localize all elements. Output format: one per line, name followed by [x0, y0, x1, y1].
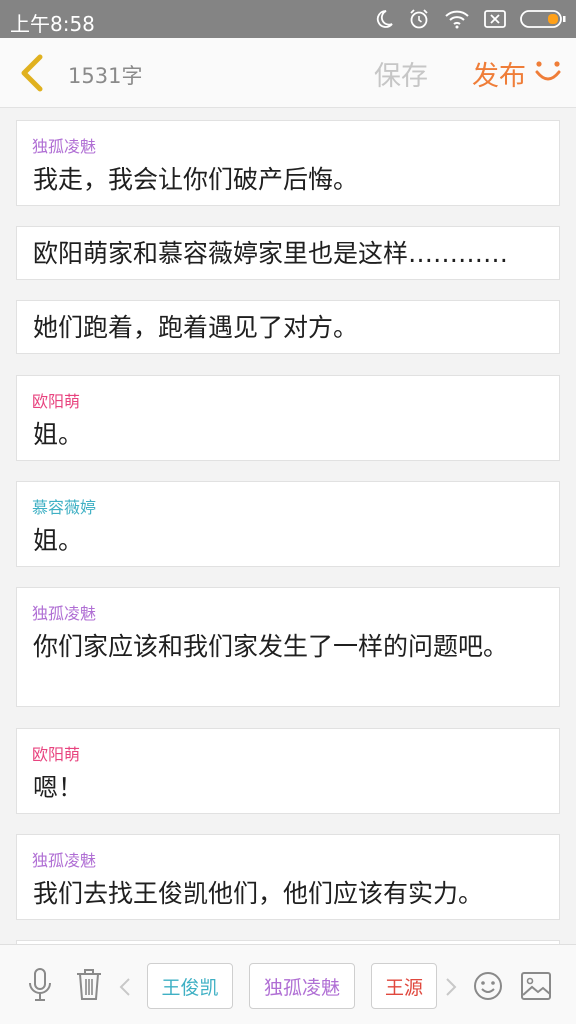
- speaker-name: 慕容薇婷: [32, 498, 97, 517]
- microphone-icon[interactable]: [27, 967, 53, 1003]
- chevron-right-icon[interactable]: [444, 977, 458, 997]
- message-text: 我走，我会让你们破产后悔。: [33, 165, 359, 194]
- status-time: 上午8:58: [10, 12, 95, 36]
- publish-button[interactable]: 发布: [472, 54, 526, 93]
- sim-x-icon: [484, 10, 506, 28]
- word-count: 1531字: [68, 64, 143, 88]
- message-card[interactable]: 欧阳萌家和慕容薇婷家里也是这样…………: [16, 226, 560, 280]
- message-text: 她们跑着，跑着遇见了对方。: [33, 313, 359, 342]
- message-text: 我们去找王俊凯他们，他们应该有实力。: [33, 879, 484, 908]
- speaker-name: 欧阳萌: [32, 745, 81, 764]
- message-card[interactable]: 她们跑着，跑着遇见了对方。: [16, 300, 560, 354]
- message-text: 嗯！: [33, 773, 84, 802]
- character-chip[interactable]: 王俊凯: [147, 963, 233, 1009]
- message-card[interactable]: 独孤凌魅 我们去找王俊凯他们，他们应该有实力。: [16, 834, 560, 920]
- message-text: 你们家应该和我们家发生了一样的问题吧。: [33, 632, 509, 661]
- speaker-name: 独孤凌魅: [32, 851, 97, 870]
- trash-icon[interactable]: [75, 967, 103, 1001]
- message-card[interactable]: 慕容薇婷 姐。: [16, 481, 560, 567]
- wifi-icon: [445, 10, 469, 29]
- back-chevron-icon[interactable]: [14, 53, 48, 93]
- speaker-name: 欧阳萌: [32, 392, 81, 411]
- battery-icon: [520, 10, 566, 28]
- speaker-name: 独孤凌魅: [32, 604, 97, 623]
- character-chip[interactable]: 独孤凌魅: [249, 963, 355, 1009]
- moon-icon: [376, 10, 393, 28]
- emoji-icon[interactable]: [473, 971, 503, 1001]
- character-chip[interactable]: 王源: [371, 963, 437, 1009]
- message-list[interactable]: 独孤凌魅 我走，我会让你们破产后悔。 欧阳萌家和慕容薇婷家里也是这样………… 她…: [0, 108, 576, 944]
- editor-header: 1531字 保存 发布: [0, 38, 576, 108]
- image-icon[interactable]: [521, 972, 551, 1000]
- message-card[interactable]: 独孤凌魅 我走，我会让你们破产后悔。: [16, 120, 560, 206]
- chevron-left-icon[interactable]: [118, 977, 132, 997]
- message-text: 欧阳萌家和慕容薇婷家里也是这样…………: [33, 239, 509, 268]
- message-text: 姐。: [33, 526, 84, 555]
- smile-icon[interactable]: [533, 56, 563, 88]
- bottom-toolbar: 王俊凯 独孤凌魅 王源: [0, 944, 576, 1024]
- alarm-icon: [410, 9, 428, 29]
- message-text: 姐。: [33, 420, 84, 449]
- message-card[interactable]: 独孤凌魅 你们家应该和我们家发生了一样的问题吧。: [16, 587, 560, 707]
- speaker-name: 独孤凌魅: [32, 137, 97, 156]
- status-icons: [374, 8, 566, 30]
- save-button[interactable]: 保存: [374, 54, 428, 93]
- message-card[interactable]: 欧阳萌 嗯！: [16, 728, 560, 814]
- message-card[interactable]: 欧阳萌 姐。: [16, 375, 560, 461]
- status-bar: 上午8:58: [0, 0, 576, 38]
